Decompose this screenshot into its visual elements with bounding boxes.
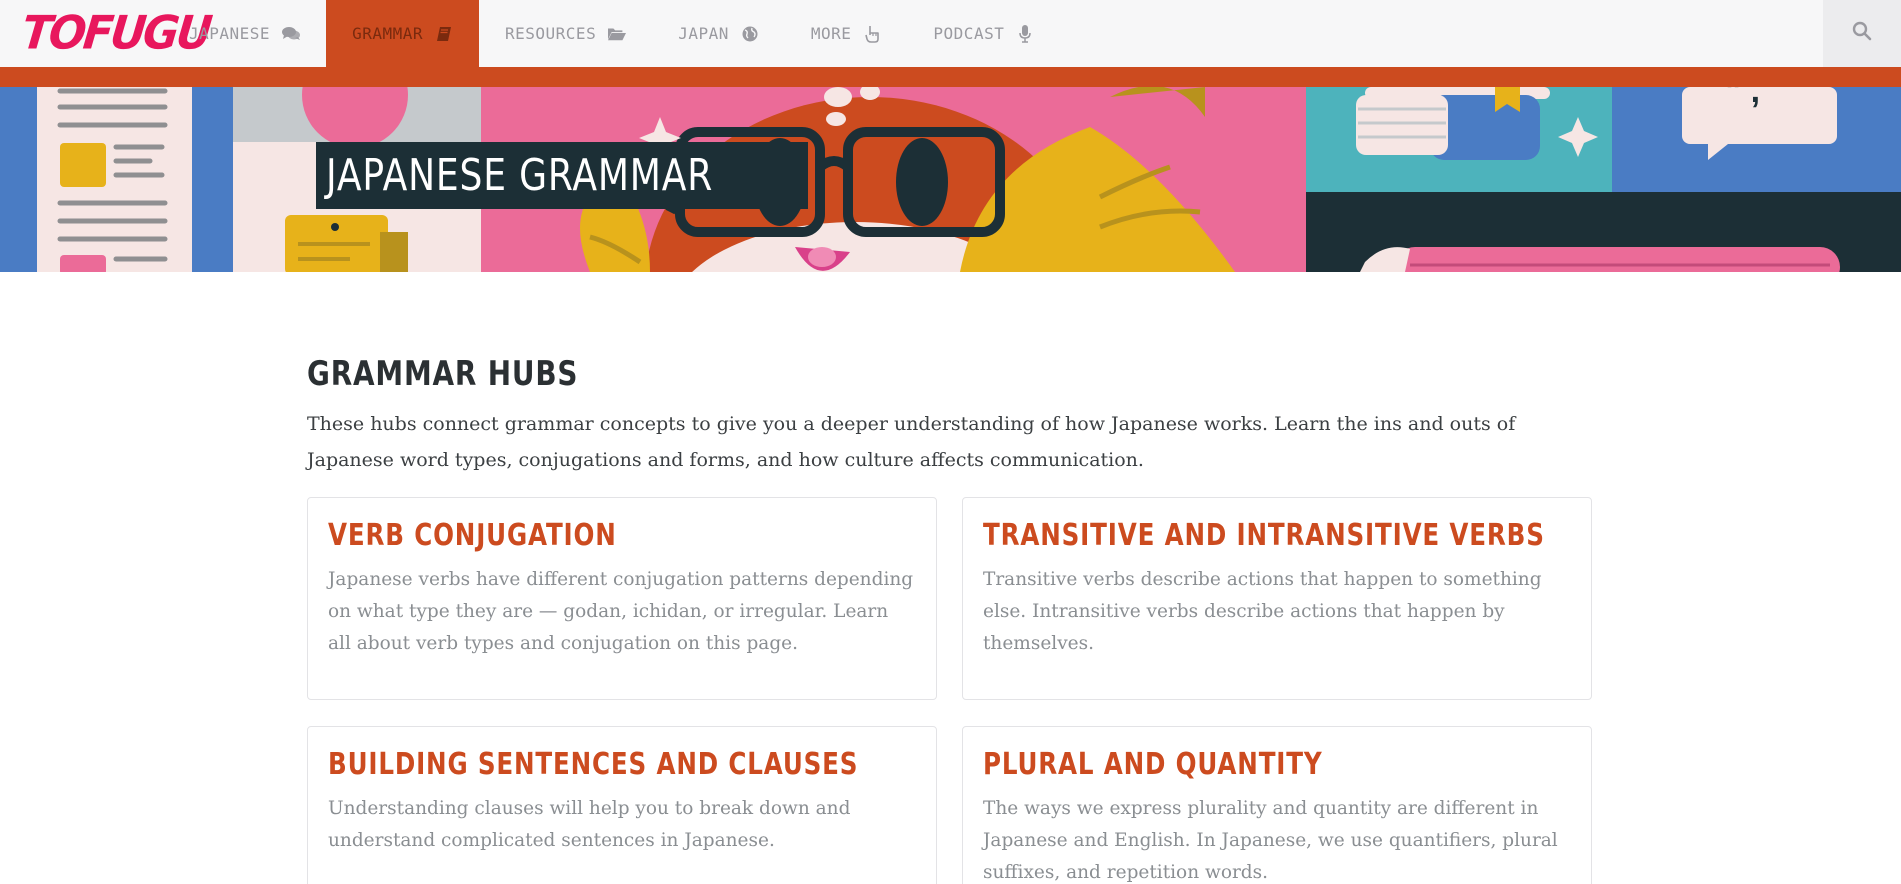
main-menu: JAPANESE GRAMMAR RESOURCES JAPAN MORE PO… — [163, 0, 1060, 67]
card-description: Transitive verbs describe actions that h… — [983, 569, 1542, 654]
card-title: BUILDING SENTENCES AND CLAUSES — [328, 747, 859, 782]
nav-item-grammar[interactable]: GRAMMAR — [326, 0, 479, 67]
hub-card-transitive-intransitive[interactable]: TRANSITIVE AND INTRANSITIVE VERBS Transi… — [962, 497, 1592, 700]
card-title: VERB CONJUGATION — [328, 518, 617, 553]
section-heading: GRAMMAR HUBS — [307, 354, 579, 394]
chat-bubbles-icon — [282, 26, 301, 42]
card-title: TRANSITIVE AND INTRANSITIVE VERBS — [983, 518, 1545, 553]
nav-accent-bar — [0, 67, 1901, 87]
nav-item-label: JAPAN — [678, 24, 729, 43]
nav-item-label: RESOURCES — [505, 24, 597, 43]
hero-banner: " , JAPANESE GRAMMAR — [0, 87, 1901, 272]
card-title: PLURAL AND QUANTITY — [983, 747, 1323, 782]
nav-item-resources[interactable]: RESOURCES — [479, 0, 652, 67]
hero-illustration: " , — [0, 87, 1901, 272]
nav-item-label: GRAMMAR — [352, 24, 423, 43]
microphone-icon — [1016, 24, 1034, 43]
book-icon — [435, 26, 453, 42]
nav-item-japan[interactable]: JAPAN — [652, 0, 785, 67]
card-description: The ways we express plurality and quanti… — [983, 798, 1558, 883]
top-navigation: TOFUGU JAPANESE GRAMMAR RESOURCES JAPAN — [0, 0, 1901, 67]
nav-item-label: JAPANESE — [189, 24, 271, 43]
main-content: GRAMMAR HUBS These hubs connect grammar … — [307, 352, 1592, 478]
search-button[interactable] — [1823, 0, 1901, 67]
tofugu-logo[interactable]: TOFUGU — [19, 6, 212, 60]
hand-pointer-icon — [863, 25, 881, 43]
hub-card-building-sentences[interactable]: BUILDING SENTENCES AND CLAUSES Understan… — [307, 726, 937, 884]
section-intro: These hubs connect grammar concepts to g… — [307, 413, 1516, 471]
hub-card-plural-quantity[interactable]: PLURAL AND QUANTITY The ways we express … — [962, 726, 1592, 884]
nav-item-podcast[interactable]: PODCAST — [907, 0, 1060, 67]
card-description: Japanese verbs have different conjugatio… — [328, 569, 914, 654]
svg-text:" ,: " , — [1725, 87, 1760, 110]
nav-item-label: PODCAST — [933, 24, 1005, 43]
nav-item-label: MORE — [810, 24, 852, 43]
page-title: JAPANESE GRAMMAR — [326, 150, 714, 201]
search-icon — [1852, 21, 1872, 46]
folder-open-icon — [608, 26, 627, 42]
page-title-box: JAPANESE GRAMMAR — [316, 142, 809, 209]
nav-item-japanese[interactable]: JAPANESE — [163, 0, 326, 67]
nav-item-more[interactable]: MORE — [785, 0, 908, 67]
hub-card-verb-conjugation[interactable]: VERB CONJUGATION Japanese verbs have dif… — [307, 497, 937, 700]
card-description: Understanding clauses will help you to b… — [328, 798, 851, 851]
globe-icon — [741, 26, 759, 42]
